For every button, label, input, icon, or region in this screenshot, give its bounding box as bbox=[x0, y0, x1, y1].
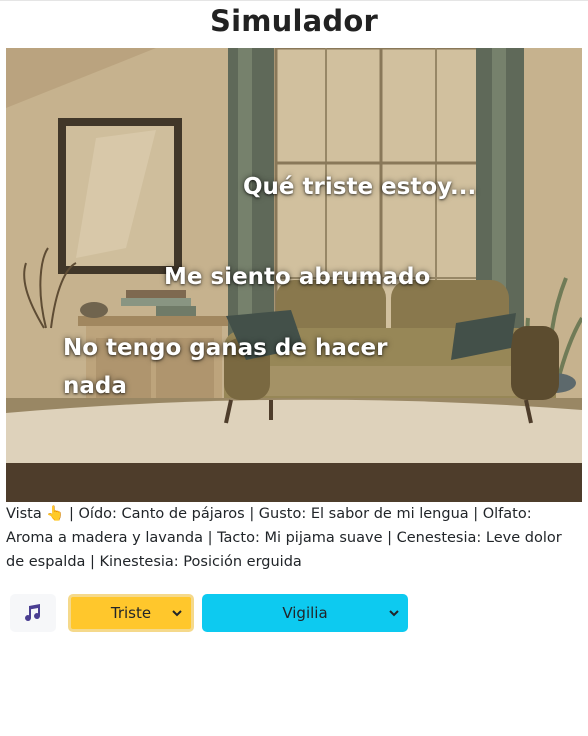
music-button[interactable] bbox=[10, 594, 56, 632]
senses-description: Vista 👆 | Oído: Canto de pájaros | Gusto… bbox=[6, 506, 562, 570]
mood-select-value: Triste bbox=[110, 604, 152, 622]
thought-text-overwhelmed: Me siento abrumado bbox=[164, 264, 431, 290]
music-note-icon bbox=[25, 604, 41, 622]
state-select[interactable]: Vigilia bbox=[202, 594, 408, 632]
controls-bar: Triste Vigilia bbox=[10, 592, 580, 636]
mood-select[interactable]: Triste bbox=[68, 594, 194, 632]
state-select-value: Vigilia bbox=[282, 604, 328, 622]
thought-text-sad: Qué triste estoy... bbox=[243, 174, 477, 200]
thought-text-unmotivated: No tengo ganas de hacer nada bbox=[63, 335, 388, 399]
room-scene: Qué triste estoy... Me siento abrumado N… bbox=[6, 48, 582, 502]
top-border bbox=[0, 0, 588, 1]
chevron-down-icon bbox=[389, 610, 399, 617]
chevron-down-icon bbox=[172, 610, 182, 617]
page-title: Simulador bbox=[210, 4, 378, 38]
